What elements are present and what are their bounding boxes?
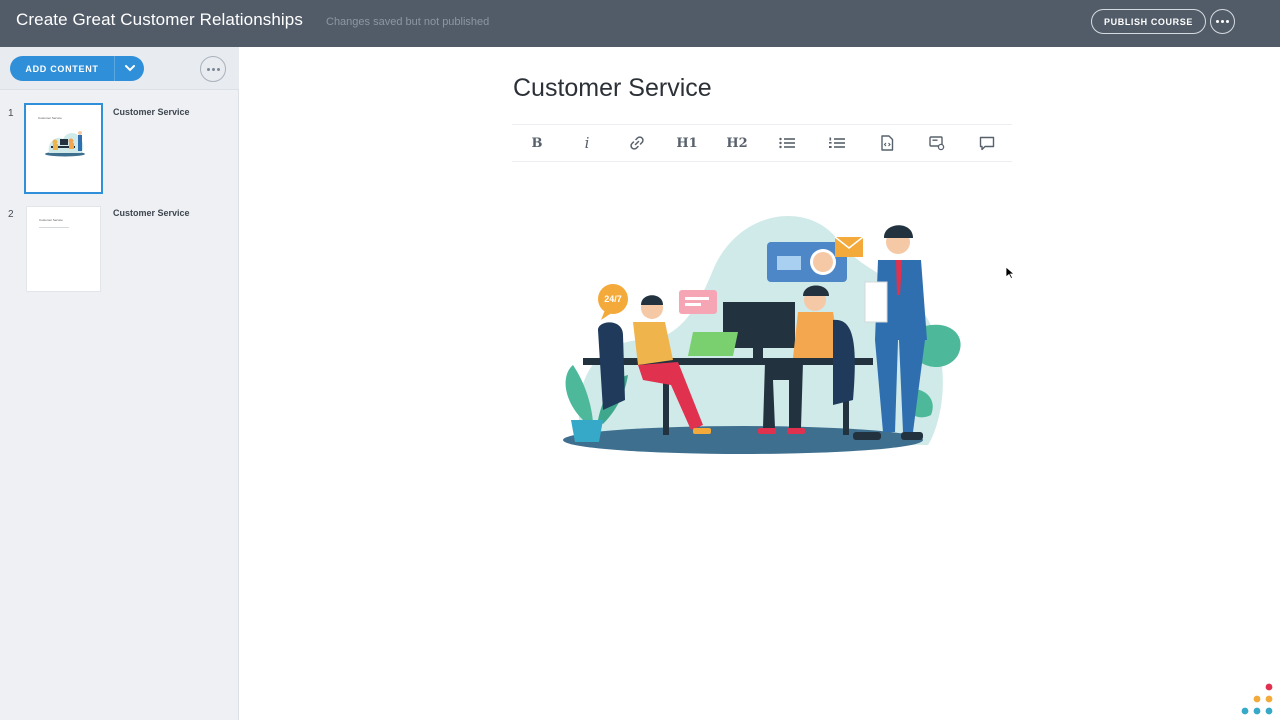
more-horizontal-icon <box>206 67 220 71</box>
sidebar-header: ADD CONTENT <box>0 47 239 90</box>
embed-icon <box>929 136 945 151</box>
chevron-down-icon <box>124 65 135 72</box>
bullet-list-button[interactable] <box>762 124 812 162</box>
page-list-item[interactable]: 1 Customer Service Customer Service <box>0 95 239 194</box>
page-list-item[interactable]: 2 Customer Service Customer Service <box>0 196 239 292</box>
more-horizontal-icon <box>1216 20 1229 23</box>
thumbnail-text-line <box>39 227 69 228</box>
svg-text:24/7: 24/7 <box>604 294 622 304</box>
link-button[interactable] <box>612 124 662 162</box>
link-icon <box>630 136 644 150</box>
page-title[interactable]: Customer Service <box>513 74 712 103</box>
publish-course-button[interactable]: PUBLISH COURSE <box>1091 9 1206 34</box>
header-more-button[interactable] <box>1210 9 1235 34</box>
mouse-cursor <box>1006 267 1014 279</box>
embed-button[interactable] <box>912 124 962 162</box>
customer-service-illustration: 24/7 <box>563 216 961 454</box>
numbered-list-icon <box>829 137 845 148</box>
code-block-button[interactable] <box>862 124 912 162</box>
heading-2-button[interactable]: H2 <box>712 124 762 162</box>
page-number: 1 <box>8 108 14 119</box>
heading-1-button[interactable]: H1 <box>662 124 712 162</box>
bullet-list-icon <box>779 137 795 149</box>
page-thumbnail[interactable]: Customer Service <box>26 206 101 292</box>
sidebar-more-button[interactable] <box>200 56 226 82</box>
page-sidebar: ADD CONTENT 1 Customer Service Customer … <box>0 47 239 720</box>
save-status: Changes saved but not published <box>326 16 490 28</box>
course-title[interactable]: Create Great Customer Relationships <box>16 10 303 30</box>
bold-button[interactable]: B <box>512 124 562 162</box>
add-content-dropdown[interactable] <box>115 56 144 81</box>
thumbnail-illustration <box>45 131 85 157</box>
formatting-toolbar: B i H1 H2 <box>512 124 1012 162</box>
code-file-icon <box>881 135 894 151</box>
add-content-button[interactable]: ADD CONTENT <box>10 56 144 81</box>
italic-button[interactable]: i <box>562 124 612 162</box>
page-number: 2 <box>8 209 14 220</box>
page-thumbnail[interactable]: Customer Service <box>24 103 103 194</box>
brand-logo-icon <box>1241 683 1273 715</box>
comment-icon <box>979 136 995 150</box>
top-bar: Create Great Customer Relationships Chan… <box>0 0 1280 47</box>
numbered-list-button[interactable] <box>812 124 862 162</box>
thumbnail-title: Customer Service <box>39 218 63 222</box>
thumbnail-title: Customer Service <box>38 116 62 120</box>
page-label[interactable]: Customer Service <box>113 107 190 117</box>
page-label[interactable]: Customer Service <box>113 208 190 218</box>
add-content-label[interactable]: ADD CONTENT <box>10 64 114 74</box>
comment-button[interactable] <box>962 124 1012 162</box>
